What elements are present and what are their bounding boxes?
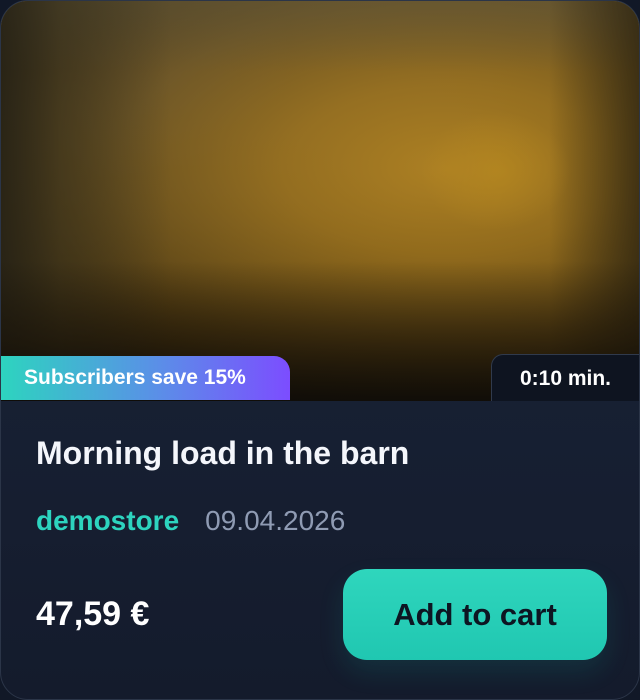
product-price: 47,59 € bbox=[36, 595, 150, 633]
product-card[interactable]: Subscribers save 15% 0:10 min. Morning l… bbox=[0, 0, 640, 700]
subscriber-discount-badge: Subscribers save 15% bbox=[1, 356, 290, 400]
publish-date: 09.04.2026 bbox=[205, 505, 346, 536]
product-details: Morning load in the barn demostore 09.04… bbox=[1, 401, 639, 699]
product-meta: demostore 09.04.2026 bbox=[36, 504, 345, 538]
duration-badge: 0:10 min. bbox=[491, 354, 639, 401]
video-thumbnail[interactable]: Subscribers save 15% 0:10 min. bbox=[1, 1, 639, 401]
product-title[interactable]: Morning load in the barn bbox=[36, 433, 409, 473]
store-link[interactable]: demostore bbox=[36, 504, 179, 538]
thumbnail-highlight bbox=[421, 111, 571, 231]
add-to-cart-button[interactable]: Add to cart bbox=[343, 569, 607, 660]
